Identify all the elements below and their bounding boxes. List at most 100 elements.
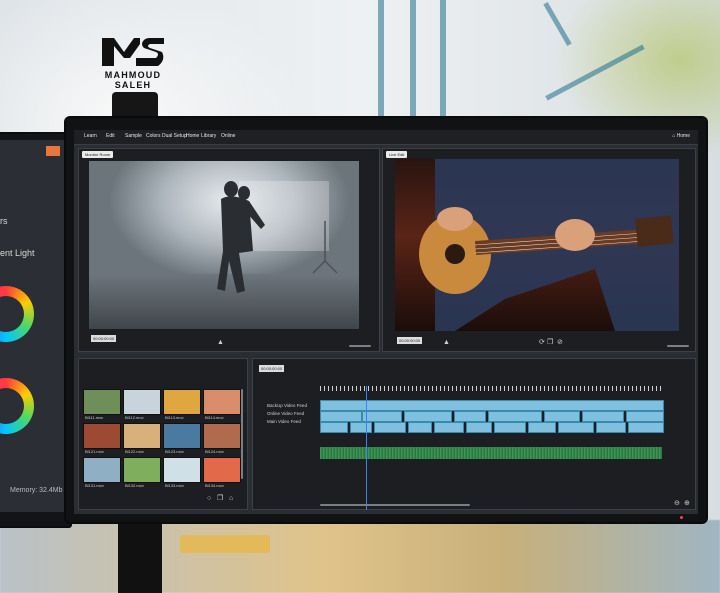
timeline-clip[interactable] — [528, 422, 556, 433]
media-thumbnail-label: Bl112.mov — [125, 415, 144, 420]
timeline-clip[interactable] — [320, 422, 348, 433]
logo-text: MAHMOUD SALEH — [104, 70, 162, 90]
timeline-scrollbar[interactable] — [320, 504, 470, 506]
power-led — [680, 516, 683, 519]
timeline-clip[interactable] — [582, 411, 624, 422]
media-thumbnail-label: Bl122.mov — [125, 449, 144, 454]
media-thumbnail-label: Bl132.mov — [125, 483, 144, 488]
home-button-label: Home — [676, 133, 690, 139]
timeline-clip[interactable] — [494, 422, 526, 433]
timeline-clip[interactable] — [404, 411, 452, 422]
editor-screen: Learn Edit Sample Colors Dual Setup Home… — [74, 130, 698, 514]
media-thumbnail[interactable] — [163, 457, 201, 483]
loop-icon[interactable]: ⟳ — [539, 339, 545, 346]
viewer-label: Monitor Room — [82, 151, 114, 158]
timeline-clip[interactable] — [596, 422, 626, 433]
timeline-clip[interactable] — [350, 422, 372, 433]
settings-icon[interactable]: ⌂ — [229, 495, 233, 502]
background-object — [180, 535, 270, 553]
media-thumbnail-label: Bl131.mov — [85, 483, 104, 488]
ms-monogram-icon — [102, 38, 164, 66]
media-thumbnail-label: Bl134.mov — [205, 483, 224, 488]
light-stand — [312, 221, 338, 274]
left-timecode: 00:00:00:00 — [91, 335, 117, 342]
media-thumbnail[interactable] — [83, 389, 121, 415]
timeline-clip[interactable] — [320, 411, 362, 422]
timeline-clip[interactable] — [320, 400, 664, 411]
color-wheel-icon[interactable] — [0, 378, 34, 434]
color-wheel-icon[interactable] — [0, 286, 34, 342]
audio-waveform[interactable] — [320, 447, 662, 459]
copy-icon[interactable]: ❐ — [547, 339, 553, 346]
media-thumbnail[interactable] — [203, 389, 241, 415]
viewer-label: Live Edit — [386, 151, 408, 158]
timeline-clip[interactable] — [408, 422, 432, 433]
menu-item-learn[interactable]: Learn — [84, 133, 97, 139]
track-label: Online Video Feed — [267, 411, 305, 416]
timeline-clip[interactable] — [434, 422, 464, 433]
menu-item-library[interactable]: Library — [201, 133, 216, 139]
stop-icon[interactable]: ⊘ — [557, 339, 563, 346]
viewer-scrubber[interactable] — [349, 345, 371, 347]
left-monitor-text: ent Light — [0, 248, 35, 258]
media-thumbnail-label: Bl121.mov — [85, 449, 104, 454]
track-label: Main Video Feed — [267, 419, 301, 424]
right-timecode: 00:00:00:00 — [397, 337, 423, 344]
guitar-video-frame[interactable] — [395, 159, 679, 331]
menu-item-colors[interactable]: Colors — [146, 133, 160, 139]
media-thumbnail[interactable] — [163, 389, 201, 415]
media-thumbnail[interactable] — [83, 457, 121, 483]
media-thumbnail-label: Bl111.mov — [85, 415, 104, 420]
media-thumbnail[interactable] — [83, 423, 121, 449]
timeline-clip[interactable] — [374, 422, 406, 433]
media-thumbnail[interactable] — [123, 457, 161, 483]
guitarist-image — [419, 159, 679, 331]
monitor-stand-base — [118, 518, 162, 593]
media-thumbnail-label: Bl124.mov — [205, 449, 224, 454]
duplicate-icon[interactable]: ❐ — [217, 495, 223, 502]
timeline-ruler[interactable] — [320, 386, 662, 391]
brand-logo: MAHMOUD SALEH — [88, 34, 178, 90]
background-stripe — [410, 0, 416, 120]
timeline-clip[interactable] — [626, 411, 664, 422]
menu-bar: Learn Edit Sample Colors Dual Setup Home… — [74, 130, 698, 145]
left-monitor-screen: rs ent Light Memory: 32.4Mb — [0, 140, 66, 512]
menu-item-online[interactable]: Online — [221, 133, 235, 139]
menu-item-sample[interactable]: Sample — [125, 133, 142, 139]
viewer-scrubber[interactable] — [667, 345, 689, 347]
home-icon: ⌂ — [672, 133, 676, 139]
media-thumbnail[interactable] — [123, 423, 161, 449]
background-stripe — [440, 0, 446, 120]
menu-item-edit[interactable]: Edit — [106, 133, 115, 139]
monitor-viewer: Monitor Room 00:00:00:00 ▲ — [78, 148, 380, 352]
menu-item-dual-setup[interactable]: Dual Setup — [162, 133, 187, 139]
play-icon[interactable]: ▲ — [443, 339, 450, 346]
timeline-clip[interactable] — [558, 422, 594, 433]
timeline-clip[interactable] — [544, 411, 580, 422]
zoom-out-icon[interactable]: ⊖ — [674, 500, 680, 507]
timeline-clip[interactable] — [488, 411, 542, 422]
playhead[interactable] — [366, 386, 367, 510]
zoom-in-icon[interactable]: ⊕ — [684, 500, 690, 507]
dance-video-frame[interactable] — [89, 161, 359, 329]
media-thumbnail-label: Bl123.mov — [165, 449, 184, 454]
media-thumbnail[interactable] — [163, 423, 201, 449]
left-monitor-tab — [46, 146, 60, 156]
background-stripe — [378, 0, 384, 120]
circle-icon[interactable]: ○ — [207, 495, 211, 502]
play-icon[interactable]: ▲ — [217, 339, 224, 346]
timeline-clip[interactable] — [454, 411, 486, 422]
home-button[interactable]: ⌂ Home — [672, 133, 690, 139]
media-thumbnail[interactable] — [203, 457, 241, 483]
menu-item-home[interactable]: Home — [186, 133, 199, 139]
bin-scrollbar[interactable] — [241, 389, 243, 479]
media-thumbnail-label: Bl114.mov — [205, 415, 224, 420]
media-bin: Bl111.mov Bl112.mov Bl113.mov Bl114.mov Bl12… — [78, 358, 248, 510]
left-monitor-text: rs — [0, 216, 8, 226]
background-desk — [0, 520, 720, 593]
timeline-clip[interactable] — [362, 411, 402, 422]
media-thumbnail[interactable] — [123, 389, 161, 415]
timeline-clip[interactable] — [628, 422, 664, 433]
media-thumbnail[interactable] — [203, 423, 241, 449]
timeline-clip[interactable] — [466, 422, 492, 433]
